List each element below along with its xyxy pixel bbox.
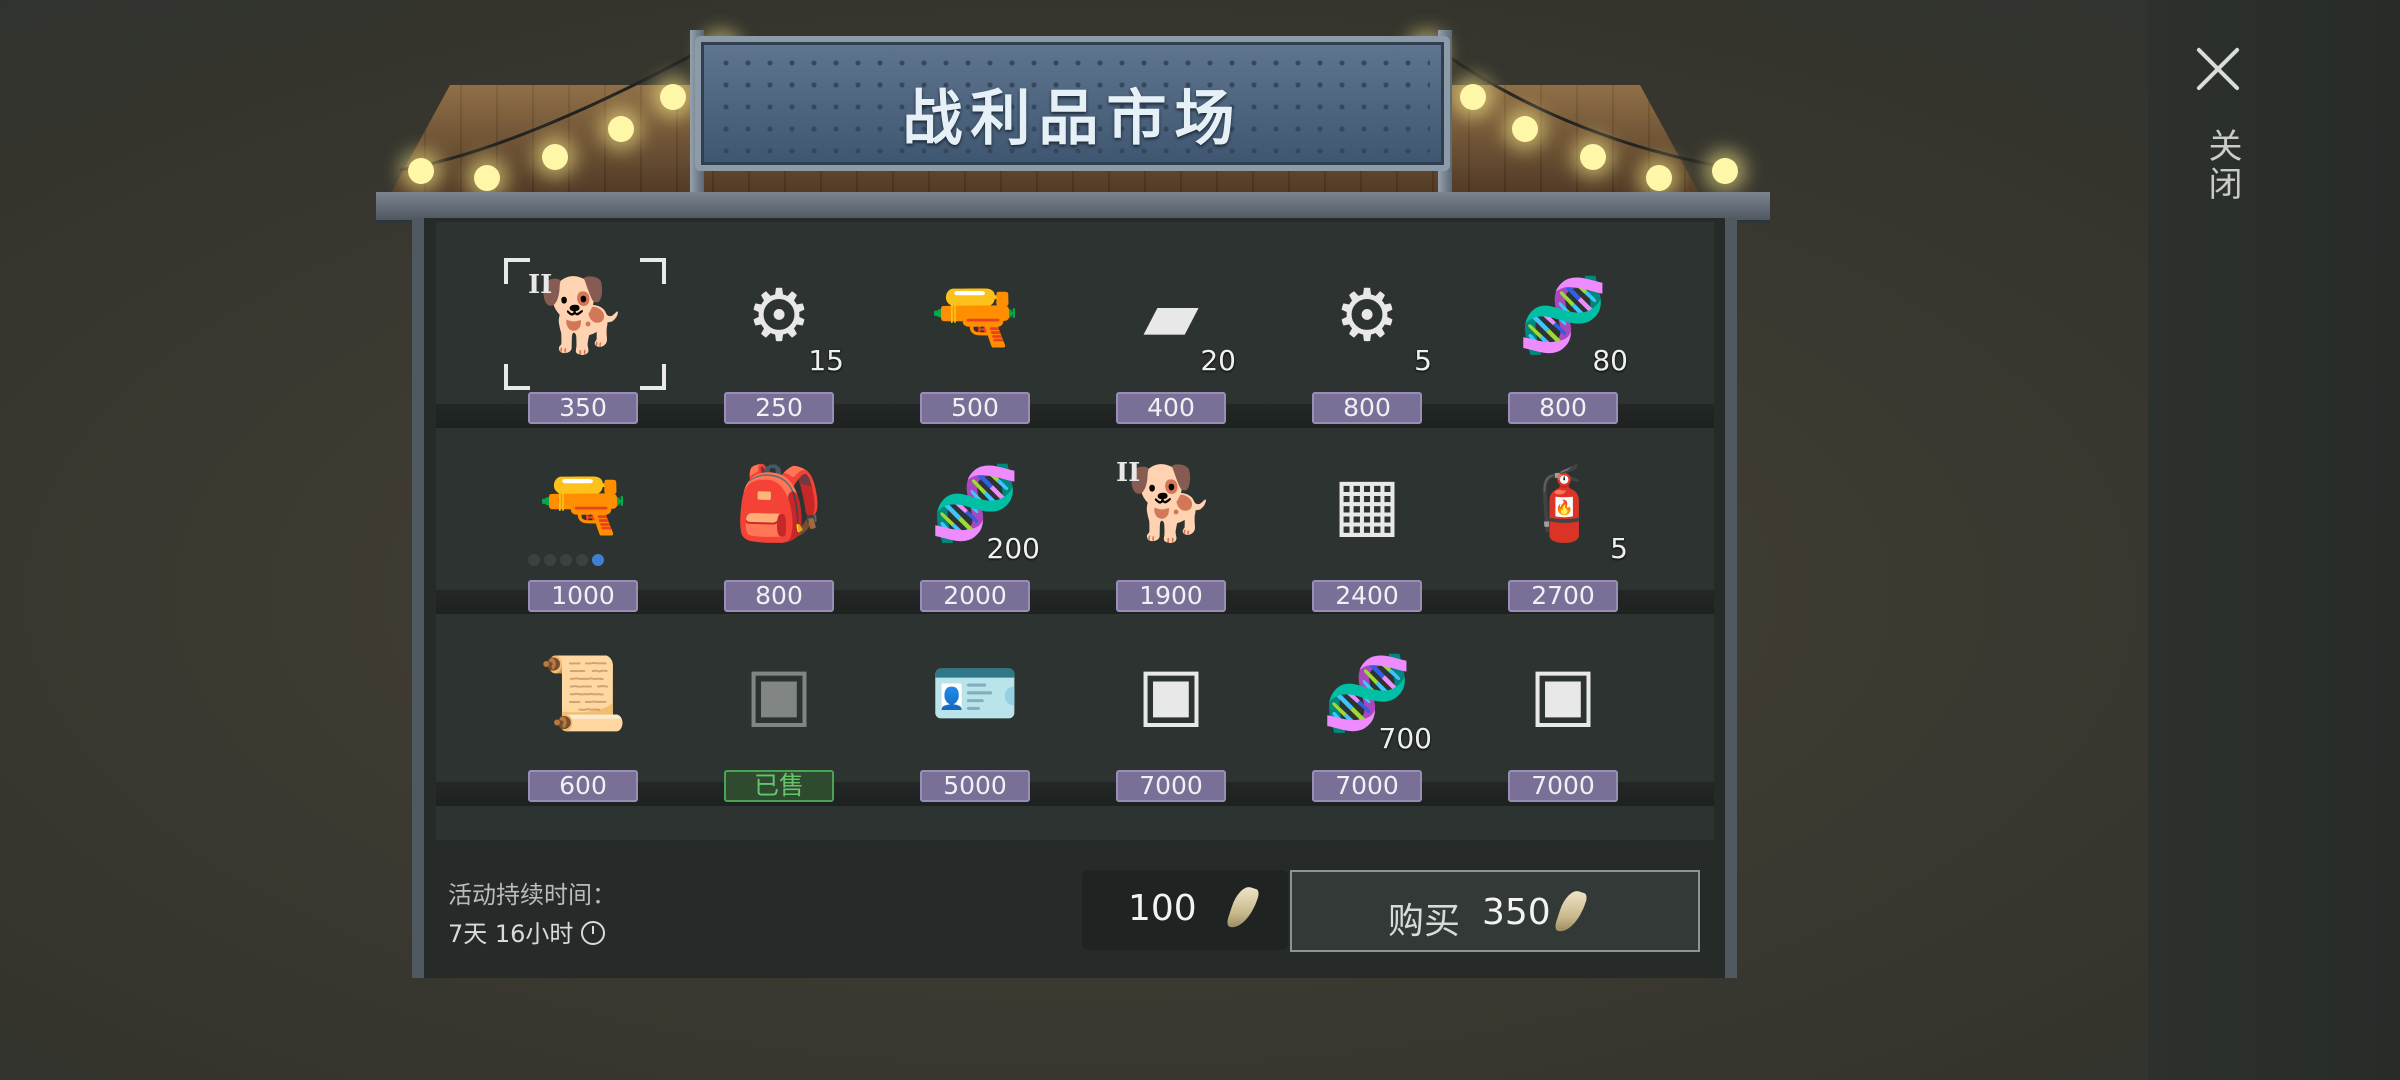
market-item-dog-puppy-dark[interactable]: 🐕 II 350	[504, 258, 666, 442]
timer-label: 活动持续时间：	[448, 881, 616, 909]
sold-badge: 已售	[724, 770, 834, 802]
upgrade-dot	[528, 554, 540, 566]
price-tag: 800	[1508, 392, 1618, 424]
selection-bracket	[640, 258, 666, 284]
price-tag: 350	[528, 392, 638, 424]
light-bulb	[1646, 165, 1672, 191]
selection-bracket	[504, 364, 530, 390]
light-bulb	[1512, 116, 1538, 142]
selection-bracket	[640, 364, 666, 390]
price-tag: 600	[528, 770, 638, 802]
price-tag: 7000	[1508, 770, 1618, 802]
item-quantity: 80	[1592, 344, 1628, 377]
item-quantity: 200	[986, 532, 1040, 565]
market-item-black-cloth[interactable]: ▰ 20 400	[1096, 262, 1246, 442]
market-item-crate-sold[interactable]: ▣ 已售	[704, 640, 854, 820]
market-item-assault-rifle[interactable]: 🔫 500	[900, 262, 1050, 442]
price-tag: 500	[920, 392, 1030, 424]
sniper-rifle-icon: 🔫	[538, 460, 628, 545]
price-tag: 400	[1116, 392, 1226, 424]
light-bulb	[474, 165, 500, 191]
price-tag: 7000	[1312, 770, 1422, 802]
gas-canister-icon: 🧯	[1518, 460, 1608, 545]
market-item-gear[interactable]: ⚙ 5 800	[1292, 262, 1442, 442]
market-item-circuit-board[interactable]: ▦ 2400	[1292, 450, 1442, 630]
market-item-crate-2[interactable]: ▣ 7000	[1488, 640, 1638, 820]
light-bulb	[542, 144, 568, 170]
market-item-dna-capsule-2[interactable]: 🧬 200 2000	[900, 450, 1050, 630]
price-tag: 250	[724, 392, 834, 424]
balance-value: 100	[1128, 888, 1197, 929]
scroll-icon: 📜	[538, 650, 628, 735]
buy-label: 购买	[1388, 901, 1461, 942]
light-bulb	[408, 158, 434, 184]
buy-amount: 350	[1482, 892, 1551, 933]
market-sign: 战利品市场	[695, 36, 1450, 171]
market-item-badge-wallet[interactable]: 🪪 5000	[900, 640, 1050, 820]
price-tag: 2000	[920, 580, 1030, 612]
timer-value: 7天 16小时	[448, 914, 606, 949]
upgrade-dot	[544, 554, 556, 566]
price-tag: 800	[724, 580, 834, 612]
light-bulb	[660, 84, 686, 110]
market-item-dog-puppy-brown[interactable]: 🐕 II 1900	[1096, 450, 1246, 630]
tier-label: II	[528, 270, 553, 300]
upgrade-dot	[576, 554, 588, 566]
market-item-crate-1[interactable]: ▣ 7000	[1096, 640, 1246, 820]
market-item-engine-part[interactable]: ⚙ 15 250	[704, 262, 854, 442]
tooth-icon	[1225, 883, 1261, 933]
upgrade-dot	[560, 554, 572, 566]
selection-bracket	[504, 258, 530, 284]
crate-icon: ▣	[744, 651, 814, 735]
badge-icon: 🪪	[930, 650, 1020, 735]
price-tag: 7000	[1116, 770, 1226, 802]
price-tag: 1900	[1116, 580, 1226, 612]
upgrade-dots	[528, 554, 604, 566]
gear-icon: ⚙	[1334, 273, 1400, 357]
page-title: 战利品市场	[902, 84, 1243, 154]
item-quantity: 5	[1414, 344, 1432, 377]
crate-icon: ▣	[1136, 651, 1206, 735]
light-bulb	[1712, 158, 1738, 184]
market-item-dna-capsule[interactable]: 🧬 80 800	[1488, 262, 1638, 442]
light-bulb	[608, 116, 634, 142]
market-item-backpack[interactable]: 🎒 800	[704, 450, 854, 630]
price-tag: 2400	[1312, 580, 1422, 612]
tier-label: II	[1116, 458, 1141, 488]
price-tag: 800	[1312, 392, 1422, 424]
market-item-dna-capsule-3[interactable]: 🧬 700 7000	[1292, 640, 1442, 820]
item-quantity: 700	[1378, 722, 1432, 755]
upgrade-dot	[592, 554, 604, 566]
price-tag: 1000	[528, 580, 638, 612]
chip-icon: ▦	[1332, 461, 1402, 545]
light-bulb	[1580, 144, 1606, 170]
item-quantity: 5	[1610, 532, 1628, 565]
rifle-icon: 🔫	[930, 272, 1020, 357]
backpack-icon: 🎒	[734, 460, 824, 545]
market-item-sniper-rifle[interactable]: 🔫 1000	[508, 450, 658, 630]
tooth-icon	[1553, 887, 1589, 937]
item-quantity: 15	[808, 344, 844, 377]
crate-icon: ▣	[1528, 651, 1598, 735]
currency-balance: 100	[1082, 870, 1288, 950]
light-bulb	[1460, 84, 1486, 110]
market-item-scroll-case[interactable]: 📜 600	[508, 640, 658, 820]
clock-icon	[581, 921, 606, 945]
price-tag: 5000	[920, 770, 1030, 802]
item-quantity: 20	[1200, 344, 1236, 377]
price-tag: 2700	[1508, 580, 1618, 612]
buy-button[interactable]: 购买 350	[1290, 870, 1700, 952]
market-item-gas-canister[interactable]: 🧯 5 2700	[1488, 450, 1638, 630]
